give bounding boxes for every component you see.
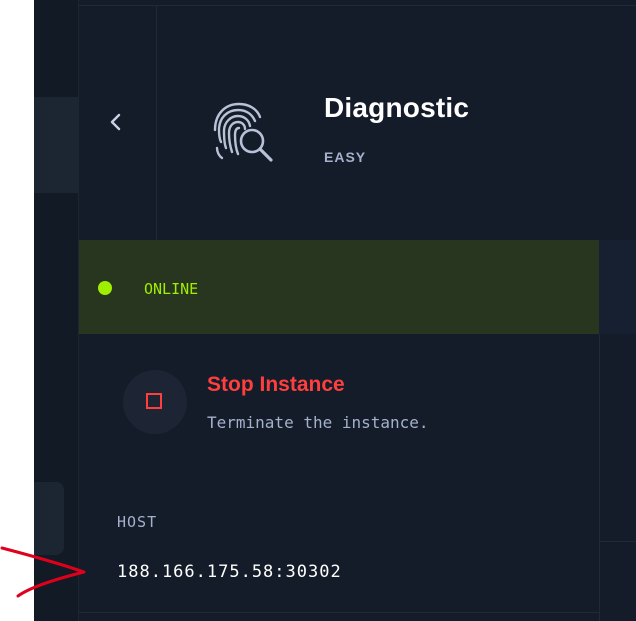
- left-sidebar: [34, 0, 79, 621]
- stop-instance-title[interactable]: Stop Instance: [207, 373, 345, 397]
- fingerprint-search-icon: [213, 102, 273, 162]
- instance-panel: Stop Instance Terminate the instance. HO…: [79, 334, 599, 621]
- sidebar-card[interactable]: [34, 97, 78, 193]
- host-value[interactable]: 188.166.175.58:30302: [117, 562, 342, 582]
- back-chevron-icon[interactable]: [104, 110, 128, 134]
- machine-panel: Diagnostic EASY ONLINE Stop Instance Ter…: [34, 0, 636, 621]
- status-banner: ONLINE: [79, 240, 599, 334]
- header-divider: [156, 6, 157, 240]
- side-divider: [600, 541, 636, 542]
- panel-side: [599, 334, 636, 621]
- stop-instance-button[interactable]: [123, 370, 187, 434]
- red-arrow-annotation-icon: [0, 546, 86, 598]
- status-label: ONLINE: [144, 280, 199, 298]
- host-label: HOST: [117, 513, 158, 531]
- panel-divider: [79, 612, 599, 613]
- status-dot-icon: [98, 281, 112, 295]
- stop-square-icon: [146, 393, 162, 409]
- machine-title: Diagnostic: [324, 92, 470, 123]
- status-side-panel: [599, 240, 636, 334]
- difficulty-label: EASY: [324, 149, 367, 165]
- machine-header: Diagnostic EASY: [79, 6, 636, 240]
- stop-instance-description: Terminate the instance.: [207, 413, 429, 432]
